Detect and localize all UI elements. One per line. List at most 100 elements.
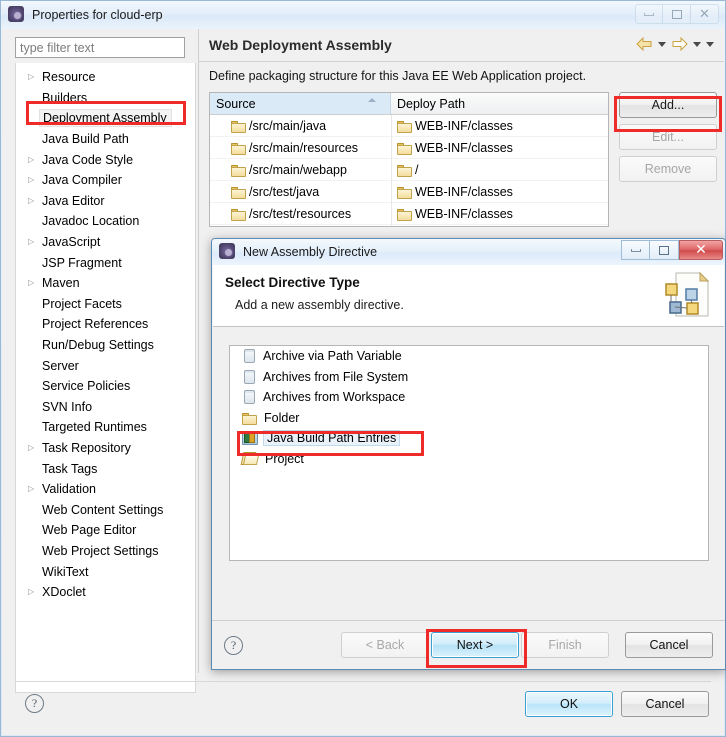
sidebar-item-web-page-editor[interactable]: ▷Web Page Editor	[16, 520, 195, 541]
expand-chevron-right-icon[interactable]: ▷	[28, 443, 41, 452]
sidebar-item-web-content-settings[interactable]: ▷Web Content Settings	[16, 499, 195, 520]
window-controls: ✕	[635, 4, 719, 24]
table-row[interactable]: /src/main/webapp /	[210, 159, 608, 181]
column-header-deploy-path[interactable]: Deploy Path	[391, 93, 608, 114]
sidebar-item-label: JavaScript	[42, 235, 101, 250]
sidebar-item-jsp-fragment[interactable]: ▷JSP Fragment	[16, 252, 195, 273]
sidebar-item-targeted-runtimes[interactable]: ▷Targeted Runtimes	[16, 417, 195, 438]
table-row[interactable]: /src/main/resources WEB-INF/classes	[210, 137, 608, 159]
list-item-label: Folder	[264, 410, 300, 425]
close-button[interactable]: ✕	[691, 4, 719, 24]
dialog-help-icon[interactable]: ?	[224, 635, 243, 655]
back-button: < Back	[341, 632, 429, 658]
sidebar-item-web-project-settings[interactable]: ▷Web Project Settings	[16, 541, 195, 562]
preference-tree[interactable]: ▷Resource▷Builders▷Deployment Assembly▷J…	[15, 63, 196, 693]
expand-chevron-right-icon[interactable]: ▷	[28, 155, 41, 164]
sidebar-item-xdoclet[interactable]: ▷ XDoclet	[16, 582, 195, 603]
dialog-banner: Select Directive Type Add a new assembly…	[213, 265, 724, 327]
directive-type-list-body: Archive via Path Variable Archives from F…	[230, 346, 708, 469]
sidebar-item-java-build-path[interactable]: ▷Java Build Path	[16, 129, 195, 150]
sidebar-item-javascript[interactable]: ▷ JavaScript	[16, 232, 195, 253]
page-header: Web Deployment Assembly	[199, 29, 724, 62]
table-row[interactable]: /src/test/resources WEB-INF/classes	[210, 203, 608, 225]
window-title: Properties for cloud-erp	[32, 8, 163, 22]
sidebar-item-maven[interactable]: ▷ Maven	[16, 273, 195, 294]
back-arrow-icon[interactable]	[636, 37, 653, 52]
sidebar-item-java-compiler[interactable]: ▷ Java Compiler	[16, 170, 195, 191]
table-row[interactable]: /src/main/java WEB-INF/classes	[210, 115, 608, 137]
dialog-minimize-button[interactable]	[621, 240, 650, 260]
sidebar-item-label: Targeted Runtimes	[42, 420, 147, 435]
column-header-source[interactable]: Source	[210, 93, 391, 114]
sidebar-item-java-code-style[interactable]: ▷ Java Code Style	[16, 149, 195, 170]
sidebar-item-wikitext[interactable]: ▷WikiText	[16, 561, 195, 582]
sidebar-item-javadoc-location[interactable]: ▷Javadoc Location	[16, 211, 195, 232]
expand-chevron-right-icon[interactable]: ▷	[28, 73, 41, 81]
table-cell-deploy-path-label: WEB-INF/classes	[415, 206, 513, 221]
expand-chevron-right-icon[interactable]: ▷	[28, 196, 41, 205]
list-item[interactable]: Archives from File System	[230, 367, 708, 388]
list-item[interactable]: Java Build Path Entries	[230, 428, 708, 449]
table-cell-deploy-path-label: WEB-INF/classes	[415, 184, 513, 199]
maximize-button[interactable]	[663, 4, 691, 24]
folder-icon	[231, 120, 246, 133]
table-cell-deploy-path: WEB-INF/classes	[391, 207, 608, 221]
folder-icon	[231, 164, 246, 177]
sidebar-item-svn-info[interactable]: ▷SVN Info	[16, 397, 195, 418]
minimize-button[interactable]	[635, 4, 663, 24]
folder-icon	[231, 208, 246, 221]
ok-button[interactable]: OK	[525, 690, 613, 717]
sidebar-item-label: Java Editor	[42, 193, 105, 208]
dialog-close-button[interactable]: ✕	[679, 240, 723, 260]
page-navigation-toolbar	[636, 37, 714, 52]
dialog-maximize-button[interactable]	[650, 240, 679, 260]
list-item[interactable]: Archives from Workspace	[230, 387, 708, 408]
sort-ascending-icon	[368, 98, 376, 102]
page-title: Web Deployment Assembly	[209, 37, 392, 53]
table-cell-source: /src/main/resources	[210, 141, 391, 155]
wizard-buttons: < Back Next > Finish Cancel	[341, 632, 713, 658]
sidebar-item-java-editor[interactable]: ▷ Java Editor	[16, 191, 195, 212]
window-titlebar: Properties for cloud-erp ✕	[1, 1, 725, 29]
forward-arrow-icon[interactable]	[671, 37, 688, 52]
sidebar-item-project-facets[interactable]: ▷Project Facets	[16, 294, 195, 315]
next-button[interactable]: Next >	[431, 632, 519, 658]
expand-chevron-right-icon[interactable]: ▷	[28, 176, 41, 184]
dialog-banner-subtitle: Add a new assembly directive.	[235, 298, 404, 312]
filter-input[interactable]	[15, 37, 185, 58]
sidebar-item-label: Project References	[42, 317, 149, 332]
expand-chevron-right-icon[interactable]: ▷	[28, 238, 41, 246]
assembly-table[interactable]: Source Deploy Path /src/main/java WEB-INF…	[209, 92, 609, 227]
cancel-button[interactable]: Cancel	[621, 690, 709, 717]
sidebar-item-resource[interactable]: ▷ Resource	[16, 67, 195, 88]
sidebar-item-run-debug-settings[interactable]: ▷Run/Debug Settings	[16, 335, 195, 356]
view-menu-chevron-down-icon[interactable]	[706, 42, 714, 47]
sidebar-item-task-repository[interactable]: ▷ Task Repository	[16, 438, 195, 459]
list-item[interactable]: Project	[230, 449, 708, 470]
directive-type-list[interactable]: Archive via Path Variable Archives from F…	[229, 345, 709, 561]
sidebar-item-task-tags[interactable]: ▷Task Tags	[16, 458, 195, 479]
expand-chevron-right-icon[interactable]: ▷	[28, 485, 41, 493]
table-cell-deploy-path: /	[391, 163, 608, 177]
cancel-button[interactable]: Cancel	[625, 632, 713, 658]
table-row[interactable]: /src/test/java WEB-INF/classes	[210, 181, 608, 203]
sidebar-item-server[interactable]: ▷Server	[16, 355, 195, 376]
sidebar-item-label: Validation	[42, 482, 96, 497]
table-cell-source-label: /src/test/java	[249, 184, 320, 199]
sidebar-item-label: Service Policies	[42, 379, 131, 394]
sidebar-item-builders[interactable]: ▷Builders	[16, 88, 195, 109]
help-icon[interactable]: ?	[25, 694, 44, 713]
sidebar-item-deployment-assembly[interactable]: ▷Deployment Assembly	[16, 108, 195, 129]
add-button[interactable]: Add...	[619, 92, 717, 118]
list-item[interactable]: Archive via Path Variable	[230, 346, 708, 367]
back-history-chevron-down-icon[interactable]	[658, 42, 666, 47]
table-cell-source-label: /src/test/resources	[249, 206, 352, 221]
sidebar-item-validation[interactable]: ▷ Validation	[16, 479, 195, 500]
expand-chevron-right-icon[interactable]: ▷	[28, 279, 41, 287]
table-action-buttons: Add... Edit... Remove	[619, 92, 719, 188]
expand-chevron-right-icon[interactable]: ▷	[28, 588, 41, 596]
list-item[interactable]: Folder	[230, 408, 708, 429]
sidebar-item-project-references[interactable]: ▷Project References	[16, 314, 195, 335]
forward-history-chevron-down-icon[interactable]	[693, 42, 701, 47]
sidebar-item-service-policies[interactable]: ▷Service Policies	[16, 376, 195, 397]
